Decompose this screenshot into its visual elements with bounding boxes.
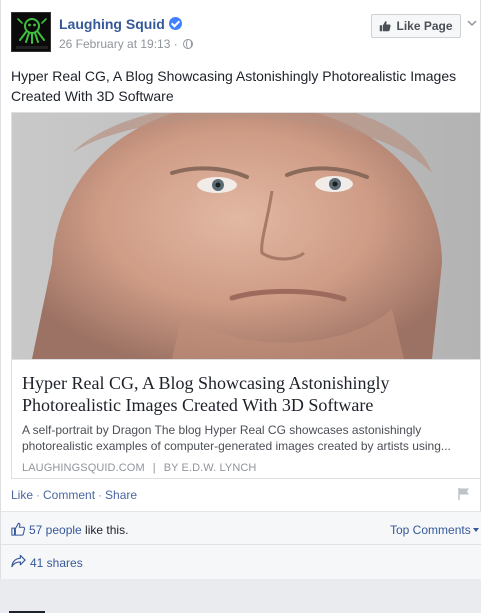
link-preview[interactable]: Hyper Real CG, A Blog Showcasing Astonis… [11, 112, 481, 479]
shares-link[interactable]: 41 shares [30, 556, 83, 570]
chevron-down-icon[interactable] [467, 18, 477, 28]
post-text: Hyper Real CG, A Blog Showcasing Astonis… [11, 68, 457, 104]
preview-title[interactable]: Hyper Real CG, A Blog Showcasing Astonis… [22, 372, 470, 416]
top-comments-label: Top Comments [390, 523, 471, 537]
page-avatar[interactable] [11, 12, 51, 52]
like-link[interactable]: Like [11, 488, 33, 502]
page-name[interactable]: Laughing Squid [59, 16, 182, 32]
post-card: Laughing Squid 26 February at 19:13 · Li… [0, 0, 481, 613]
thumbs-up-icon [11, 522, 25, 536]
flag-icon[interactable] [457, 487, 471, 501]
page-name-label[interactable]: Laughing Squid [59, 16, 165, 32]
post-meta: 26 February at 19:13 · [59, 37, 194, 51]
likes-count-link[interactable]: 57 people [29, 523, 82, 537]
preview-domain: LAUGHINGSQUID.COM [22, 462, 145, 474]
action-dot: · [36, 488, 41, 502]
share-arrow-icon [11, 554, 26, 568]
like-page-label: Like Page [396, 19, 453, 33]
verified-icon [168, 17, 182, 30]
share-link[interactable]: Share [105, 488, 137, 502]
post-actions: Like · Comment · Share [11, 488, 137, 502]
shares-row: 41 shares [1, 546, 481, 613]
squid-logo-icon [12, 13, 50, 51]
preview-body: Hyper Real CG, A Blog Showcasing Astonis… [12, 359, 480, 478]
globe-icon [183, 39, 194, 49]
preview-image[interactable] [12, 113, 480, 359]
top-comments-dropdown[interactable]: Top Comments [390, 523, 479, 537]
likes-suffix: like this. [81, 523, 129, 537]
feedback-panel: 57 people like this. Top Comments 41 sha… [1, 511, 481, 613]
comment-link[interactable]: Comment [43, 488, 95, 502]
action-dot: · [98, 488, 103, 502]
meta-separator: · [170, 37, 182, 51]
thumbs-up-icon [380, 21, 392, 32]
like-page-button[interactable]: Like Page [371, 14, 461, 38]
caret-down-icon [472, 528, 479, 532]
likes-row: 57 people like this. Top Comments [1, 512, 481, 545]
preview-source: LAUGHINGSQUID.COM | BY E.D.W. LYNCH [22, 462, 470, 474]
likes-summary: 57 people like this. [29, 523, 128, 537]
post-timestamp[interactable]: 26 February at 19:13 [59, 37, 170, 51]
source-separator: | [152, 462, 156, 474]
preview-author: BY E.D.W. LYNCH [163, 462, 257, 474]
preview-description: A self-portrait by Dragon The blog Hyper… [22, 423, 451, 453]
